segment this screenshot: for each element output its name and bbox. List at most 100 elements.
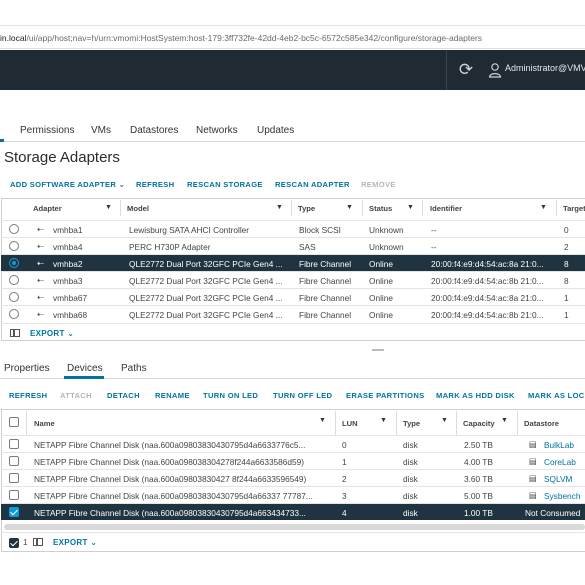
datastore-icon: ▤ [529,473,537,483]
filter-icon[interactable]: ▼ [441,417,448,424]
col-adapter[interactable]: Adapter [33,204,62,213]
col-datastore[interactable]: Datastore [524,419,559,428]
tab-vms[interactable]: VMs [91,125,111,136]
row-checkbox[interactable] [9,507,19,517]
col-status[interactable]: Status [369,204,392,213]
table-row[interactable]: NETAPP Fibre Channel Disk (naa.600a09803… [1,452,585,469]
filter-icon[interactable]: ▼ [407,204,414,211]
device-name: NETAPP Fibre Channel Disk (naa.600a09803… [34,474,307,484]
row-checkbox[interactable] [9,473,19,483]
col-type[interactable]: Type [298,204,315,213]
table-row-selected[interactable]: ⇠ vmhba2 QLE2772 Dual Port 32GFC PCIe Ge… [1,254,585,271]
refresh-icon[interactable]: ⟳ [455,59,477,81]
filter-icon[interactable]: ▼ [346,204,353,211]
splitter-handle[interactable] [372,349,384,351]
export-button[interactable]: EXPORT ⌄ [30,329,74,338]
rescan-adapter-button[interactable]: RESCAN ADAPTER [275,180,350,189]
adapter-status: Online [369,310,393,320]
tab-properties[interactable]: Properties [4,363,50,374]
row-radio[interactable] [9,275,19,285]
refresh-button[interactable]: REFRESH [136,180,174,189]
filter-icon[interactable]: ▼ [540,204,547,211]
filter-icon[interactable]: ▼ [501,417,508,424]
rename-button[interactable]: RENAME [155,391,190,400]
table-row[interactable]: NETAPP Fibre Channel Disk (naa.600a09803… [1,486,585,503]
turn-on-led-button[interactable]: TURN ON LED [203,391,258,400]
column-toggle-icon[interactable] [33,538,43,546]
tab-paths[interactable]: Paths [121,363,147,374]
erase-partitions-button[interactable]: ERASE PARTITIONS [346,391,425,400]
rescan-storage-button[interactable]: RESCAN STORAGE [187,180,263,189]
row-checkbox[interactable] [9,439,19,449]
column-divider [291,200,292,216]
tab-updates[interactable]: Updates [257,125,294,136]
device-type: disk [403,491,418,501]
tab-networks[interactable]: Networks [196,125,238,136]
adapter-name: vmhba2 [53,259,83,269]
url-host: in.local [0,33,27,43]
adapter-model: QLE2772 Dual Port 32GFC PCIe Gen4 ... [129,293,283,303]
row-radio[interactable] [9,292,19,302]
table-row[interactable]: ⇠ vmhba3 QLE2772 Dual Port 32GFC PCIe Ge… [1,271,585,288]
adapter-type: Block SCSI [299,225,341,235]
mark-as-hdd-disk-button[interactable]: MARK AS HDD DISK [436,391,515,400]
table-row[interactable]: ⇠ vmhba67 QLE2772 Dual Port 32GFC PCIe G… [1,288,585,305]
table-row[interactable]: NETAPP Fibre Channel Disk (naa.600a09803… [1,435,585,452]
adapter-name: vmhba4 [53,242,83,252]
table-row[interactable]: ⇠ vmhba4 PERC H730P Adapter SAS Unknown … [1,237,585,254]
device-type: disk [403,440,418,450]
tab-permissions[interactable]: Permissions [20,125,74,136]
mark-as-local-button[interactable]: MARK AS LOCA [528,391,585,400]
select-all-checkbox[interactable] [9,417,19,427]
tab-devices[interactable]: Devices [67,363,103,374]
col-lun[interactable]: LUN [342,419,358,428]
row-radio[interactable] [9,258,19,268]
url-path: /ui/app/host;nav=h/urn:vmomi:HostSystem:… [26,33,483,43]
adapter-name: vmhba3 [53,276,83,286]
col-name[interactable]: Name [34,419,55,428]
tab-datastores[interactable]: Datastores [130,125,178,136]
adapter-identifier: -- [431,242,437,252]
add-software-adapter-button[interactable]: ADD SOFTWARE ADAPTER ⌄ [10,180,125,189]
filter-icon[interactable]: ▼ [380,417,387,424]
adapter-identifier: 20:00:f4:e9:d4:54:ac:8b 21:0... [431,276,544,286]
filter-icon[interactable]: ▼ [319,417,326,424]
horizontal-scrollbar[interactable] [4,524,585,530]
device-name: NETAPP Fibre Channel Disk (naa.600a09803… [34,491,313,501]
attach-button[interactable]: ATTACH [60,391,92,400]
user-menu[interactable]: Administrator@VMV [505,63,585,73]
col-type[interactable]: Type [403,419,420,428]
user-icon[interactable] [488,62,502,78]
address-bar[interactable]: in.local/ui/app/host;nav=h/urn:vmomi:Hos… [0,27,585,49]
row-radio[interactable] [9,224,19,234]
col-model[interactable]: Model [127,204,149,213]
col-targets[interactable]: Targets [563,204,585,213]
adapter-targets: 2 [564,242,569,252]
column-divider [120,200,121,216]
filter-icon[interactable]: ▼ [276,204,283,211]
refresh-devices-button[interactable]: REFRESH [9,391,47,400]
row-radio[interactable] [9,309,19,319]
table-row[interactable]: NETAPP Fibre Channel Disk (naa.600a09803… [1,469,585,486]
datastore-link[interactable]: BulkLab [544,440,574,450]
export-devices-button[interactable]: EXPORT ⌄ [53,538,97,547]
adapter-type: Fibre Channel [299,259,352,269]
turn-off-led-button[interactable]: TURN OFF LED [273,391,332,400]
row-checkbox[interactable] [9,490,19,500]
table-row-selected[interactable]: NETAPP Fibre Channel Disk (naa.600a09803… [1,503,585,520]
datastore-link[interactable]: CoreLab [544,457,576,467]
col-identifier[interactable]: Identifier [430,204,462,213]
device-capacity: 3.60 TB [464,474,493,484]
detach-button[interactable]: DETACH [107,391,140,400]
datastore-link[interactable]: Sysbench [544,491,580,501]
datastore-link[interactable]: SQLVM [544,474,572,484]
remove-button[interactable]: REMOVE [361,180,396,189]
col-capacity[interactable]: Capacity [463,419,495,428]
filter-icon[interactable]: ▼ [105,204,112,211]
table-row[interactable]: ⇠ vmhba68 QLE2772 Dual Port 32GFC PCIe G… [1,305,585,322]
row-checkbox[interactable] [9,456,19,466]
table-row[interactable]: ⇠ vmhba1 Lewisburg SATA AHCI Controller … [1,220,585,237]
adapter-identifier: 20:00:f4:e9:d4:54:ac:8a 21:0... [431,293,544,303]
row-radio[interactable] [9,241,19,251]
column-toggle-icon[interactable] [10,329,20,337]
